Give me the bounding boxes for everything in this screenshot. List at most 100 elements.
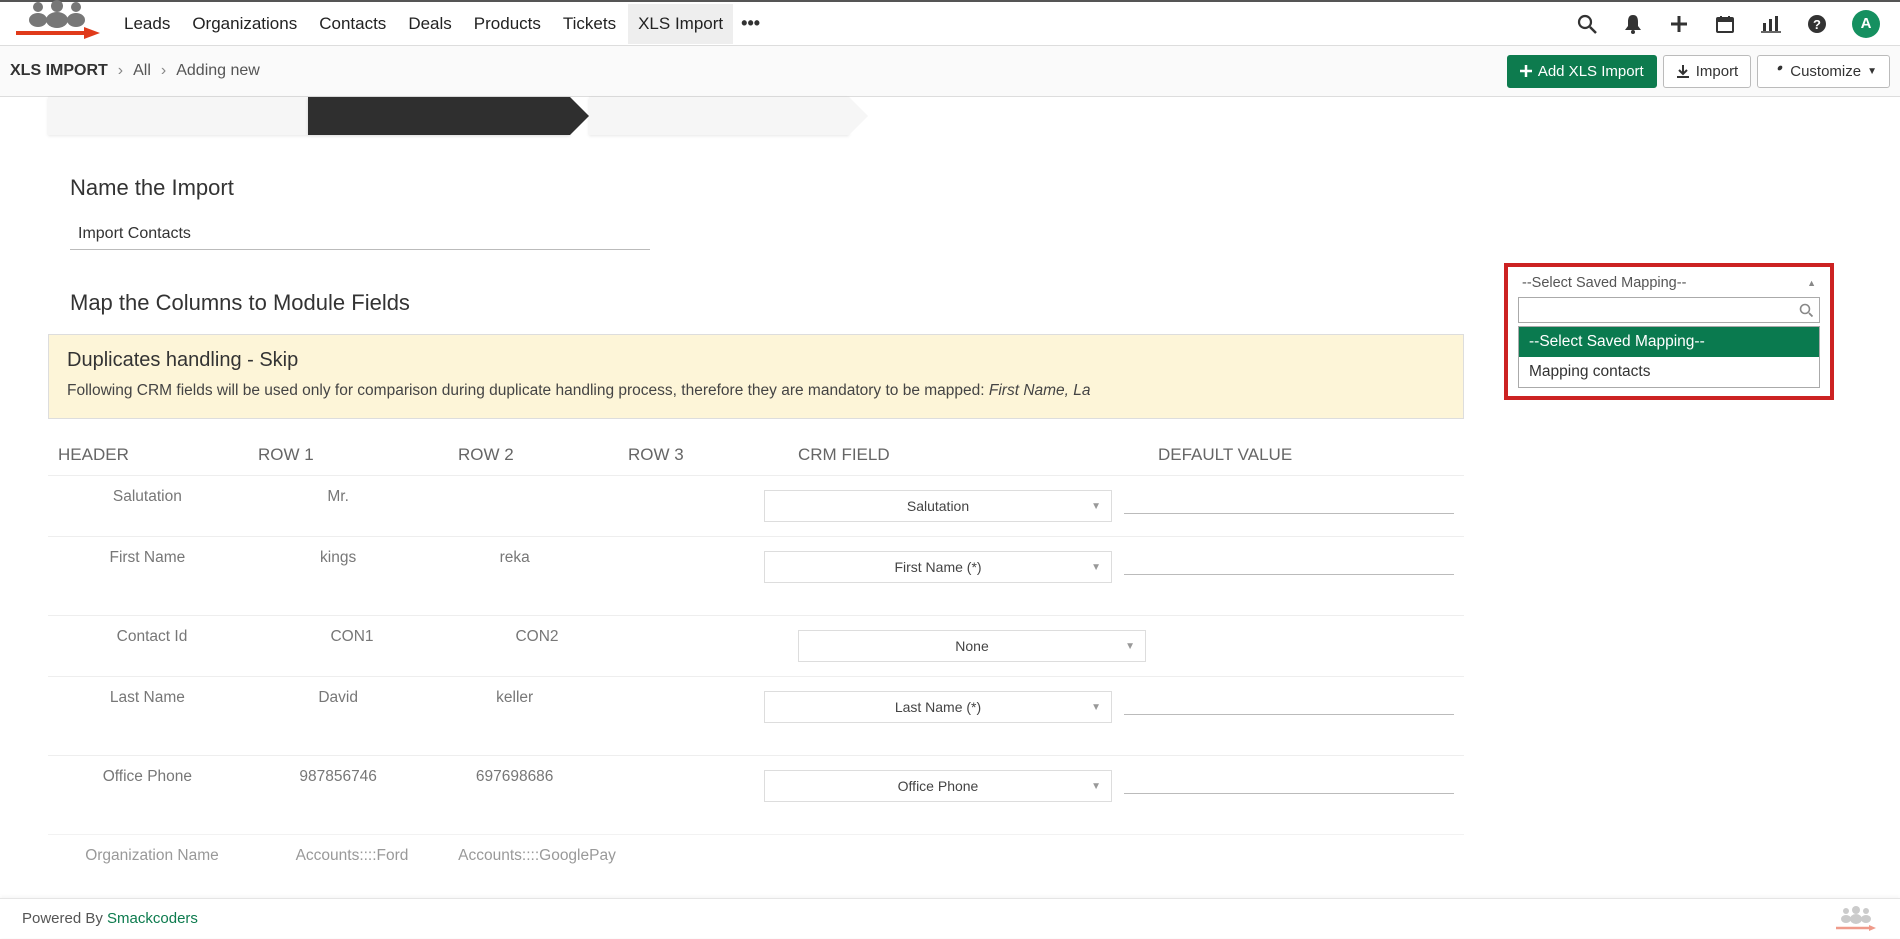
import-name-input[interactable] [70, 219, 650, 250]
customize-button-label: Customize [1790, 63, 1861, 80]
nav-leads[interactable]: Leads [114, 4, 180, 44]
bell-icon[interactable] [1622, 13, 1644, 35]
map-columns-title: Map the Columns to Module Fields [70, 290, 1442, 316]
cell-crm-field [792, 845, 1152, 849]
import-button-label: Import [1696, 63, 1739, 80]
nav-more[interactable]: ••• [733, 7, 768, 40]
nav-xls-import[interactable]: XLS Import [628, 4, 733, 44]
wizard-step-3[interactable] [589, 97, 849, 135]
breadcrumb-current: Adding new [176, 62, 260, 80]
cell-row3 [596, 547, 758, 551]
cell-header: Last Name [52, 687, 243, 709]
nav-deals[interactable]: Deals [398, 4, 461, 44]
triangle-up-icon: ▲ [1807, 278, 1816, 288]
customize-button[interactable]: Customize ▼ [1757, 55, 1890, 88]
cell-row2: Accounts::::GooglePay [452, 845, 622, 867]
mapping-row: Contact IdCON1CON2None▼ [48, 615, 1464, 676]
saved-mapping-options: --Select Saved Mapping--Mapping contacts [1518, 326, 1820, 388]
import-button[interactable]: Import [1663, 55, 1752, 88]
cell-header: Contact Id [52, 626, 252, 648]
cell-crm-field: Salutation▼ [758, 486, 1118, 524]
cell-header: Salutation [52, 486, 243, 508]
cell-row3 [596, 486, 758, 490]
avatar[interactable]: A [1852, 10, 1880, 38]
nav-organizations[interactable]: Organizations [182, 4, 307, 44]
wizard-step-1[interactable] [48, 97, 308, 135]
breadcrumb-all[interactable]: All [133, 62, 151, 80]
caret-down-icon: ▼ [1867, 66, 1877, 77]
saved-mapping-select[interactable]: --Select Saved Mapping-- ▲ [1516, 271, 1822, 293]
mapping-row: Organization NameAccounts::::FordAccount… [48, 834, 1464, 879]
avatar-letter: A [1861, 15, 1872, 32]
calendar-icon[interactable] [1714, 13, 1736, 35]
cell-row3 [622, 626, 792, 630]
wrench-icon [1770, 64, 1784, 78]
chevron-right-icon: › [161, 62, 166, 80]
col-default-value: DEFAULT VALUE [1152, 443, 1460, 467]
cell-header: First Name [52, 547, 243, 569]
cell-header: Organization Name [52, 845, 252, 867]
breadcrumb: XLS IMPORT › All › Adding new [10, 62, 260, 80]
name-import-title: Name the Import [70, 175, 1478, 201]
nav-tickets[interactable]: Tickets [553, 4, 626, 44]
crm-field-select[interactable]: None ▼ [798, 630, 1146, 662]
cell-row2: CON2 [452, 626, 622, 648]
cell-row3 [622, 845, 792, 849]
nav-contacts[interactable]: Contacts [309, 4, 396, 44]
col-row1: ROW 1 [252, 443, 452, 467]
footer-prefix: Powered By [22, 910, 107, 927]
cell-crm-field: Office Phone ▼ [758, 766, 1118, 804]
caret-down-icon: ▼ [1091, 781, 1101, 792]
app-logo [10, 4, 100, 44]
caret-down-icon: ▼ [1091, 702, 1101, 713]
crm-field-select[interactable]: First Name (*)▼ [764, 551, 1112, 583]
duplicates-text-fields: First Name, La [989, 382, 1091, 399]
cell-row1: 987856746 [243, 766, 434, 788]
col-row2: ROW 2 [452, 443, 622, 467]
footer-text: Powered By Smackcoders [22, 910, 198, 927]
col-header: HEADER [52, 443, 252, 467]
chevron-right-icon: › [118, 62, 123, 80]
mapping-row: First NamekingsrekaFirst Name (*)▼ [48, 536, 1464, 615]
cell-default-value [1118, 486, 1460, 516]
saved-mapping-dropdown: --Select Saved Mapping-- ▲ --Select Save… [1504, 263, 1834, 400]
add-xls-import-button[interactable]: Add XLS Import [1507, 55, 1657, 88]
chart-icon[interactable] [1760, 13, 1782, 35]
wizard-step-2-active[interactable] [308, 97, 570, 135]
breadcrumb-module[interactable]: XLS IMPORT [10, 62, 108, 80]
people-icon [18, 0, 96, 28]
caret-down-icon: ▼ [1125, 641, 1135, 652]
footer-link[interactable]: Smackcoders [107, 910, 198, 927]
saved-mapping-search-input[interactable] [1525, 302, 1793, 318]
cell-default-value [1118, 766, 1460, 796]
crm-field-select[interactable]: Salutation▼ [764, 490, 1112, 522]
nav-products[interactable]: Products [464, 4, 551, 44]
search-icon[interactable] [1576, 13, 1598, 35]
duplicates-banner: Duplicates handling - Skip Following CRM… [48, 334, 1464, 419]
saved-mapping-option[interactable]: Mapping contacts [1519, 357, 1819, 387]
crm-field-select[interactable]: Last Name (*)▼ [764, 691, 1112, 723]
cell-row1: Mr. [243, 486, 434, 508]
cell-row3 [596, 687, 758, 691]
crm-field-label: Salutation [907, 498, 969, 514]
default-value-input[interactable] [1124, 689, 1454, 715]
subbar-actions: Add XLS Import Import Customize ▼ [1507, 55, 1890, 88]
mapping-row: Last NameDavidkellerLast Name (*)▼ [48, 676, 1464, 755]
mapping-row: SalutationMr.Salutation▼ [48, 475, 1464, 536]
default-value-input[interactable] [1124, 768, 1454, 794]
crm-field-label: Office Phone [898, 778, 979, 794]
col-crm-field: CRM FIELD [792, 443, 1152, 467]
cell-row3 [596, 766, 758, 770]
default-value-input[interactable] [1124, 488, 1454, 514]
crm-field-label: None [955, 638, 988, 654]
saved-mapping-search [1518, 297, 1820, 323]
crm-field-select[interactable]: Office Phone ▼ [764, 770, 1112, 802]
saved-mapping-option[interactable]: --Select Saved Mapping-- [1519, 327, 1819, 357]
cell-header: Office Phone [52, 766, 243, 788]
footer-logo [1834, 906, 1878, 932]
plus-icon [1520, 65, 1532, 77]
help-icon[interactable]: ? [1806, 13, 1828, 35]
caret-down-icon: ▼ [1091, 562, 1101, 573]
default-value-input[interactable] [1124, 549, 1454, 575]
plus-icon[interactable] [1668, 13, 1690, 35]
